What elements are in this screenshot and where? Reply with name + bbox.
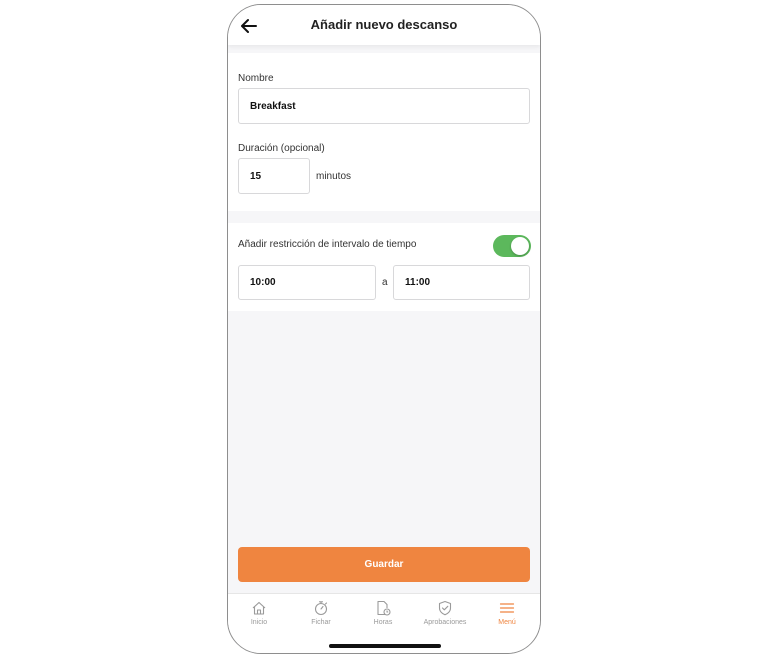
- shield-check-icon: [438, 600, 452, 616]
- tab-aprobaciones[interactable]: Aprobaciones: [414, 600, 476, 626]
- tab-menu[interactable]: Menú: [476, 600, 538, 626]
- time-separator: a: [382, 277, 388, 288]
- home-indicator: [329, 644, 441, 648]
- toggle-knob: [511, 237, 529, 255]
- tab-horas[interactable]: Horas: [352, 600, 414, 626]
- restriction-toggle[interactable]: [493, 235, 531, 257]
- menu-icon: [499, 603, 515, 613]
- phone-frame: Añadir nuevo descanso Nombre Breakfast D…: [227, 4, 541, 654]
- tab-label: Menú: [498, 619, 516, 626]
- timesheet-icon: [377, 600, 391, 616]
- duration-input[interactable]: 15: [238, 158, 310, 194]
- restriction-label: Añadir restricción de intervalo de tiemp…: [238, 239, 417, 250]
- tab-fichar[interactable]: Fichar: [290, 600, 352, 626]
- tab-label: Fichar: [311, 619, 331, 626]
- stopwatch-icon: [314, 601, 328, 616]
- tab-label: Inicio: [250, 619, 268, 626]
- tab-inicio[interactable]: Inicio: [228, 600, 290, 626]
- tab-label: Aprobaciones: [423, 619, 467, 626]
- name-input[interactable]: Breakfast: [238, 88, 530, 124]
- duration-unit: minutos: [316, 171, 352, 182]
- save-button[interactable]: Guardar: [238, 547, 530, 582]
- page-title: Añadir nuevo descanso: [310, 17, 458, 32]
- start-time-input[interactable]: 10:00: [238, 265, 376, 300]
- home-icon: [252, 601, 266, 615]
- top-bar: Añadir nuevo descanso: [228, 5, 540, 45]
- name-label: Nombre: [238, 73, 274, 84]
- duration-label: Duración (opcional): [238, 143, 325, 154]
- end-time-input[interactable]: 11:00: [393, 265, 530, 300]
- tab-label: Horas: [373, 619, 393, 626]
